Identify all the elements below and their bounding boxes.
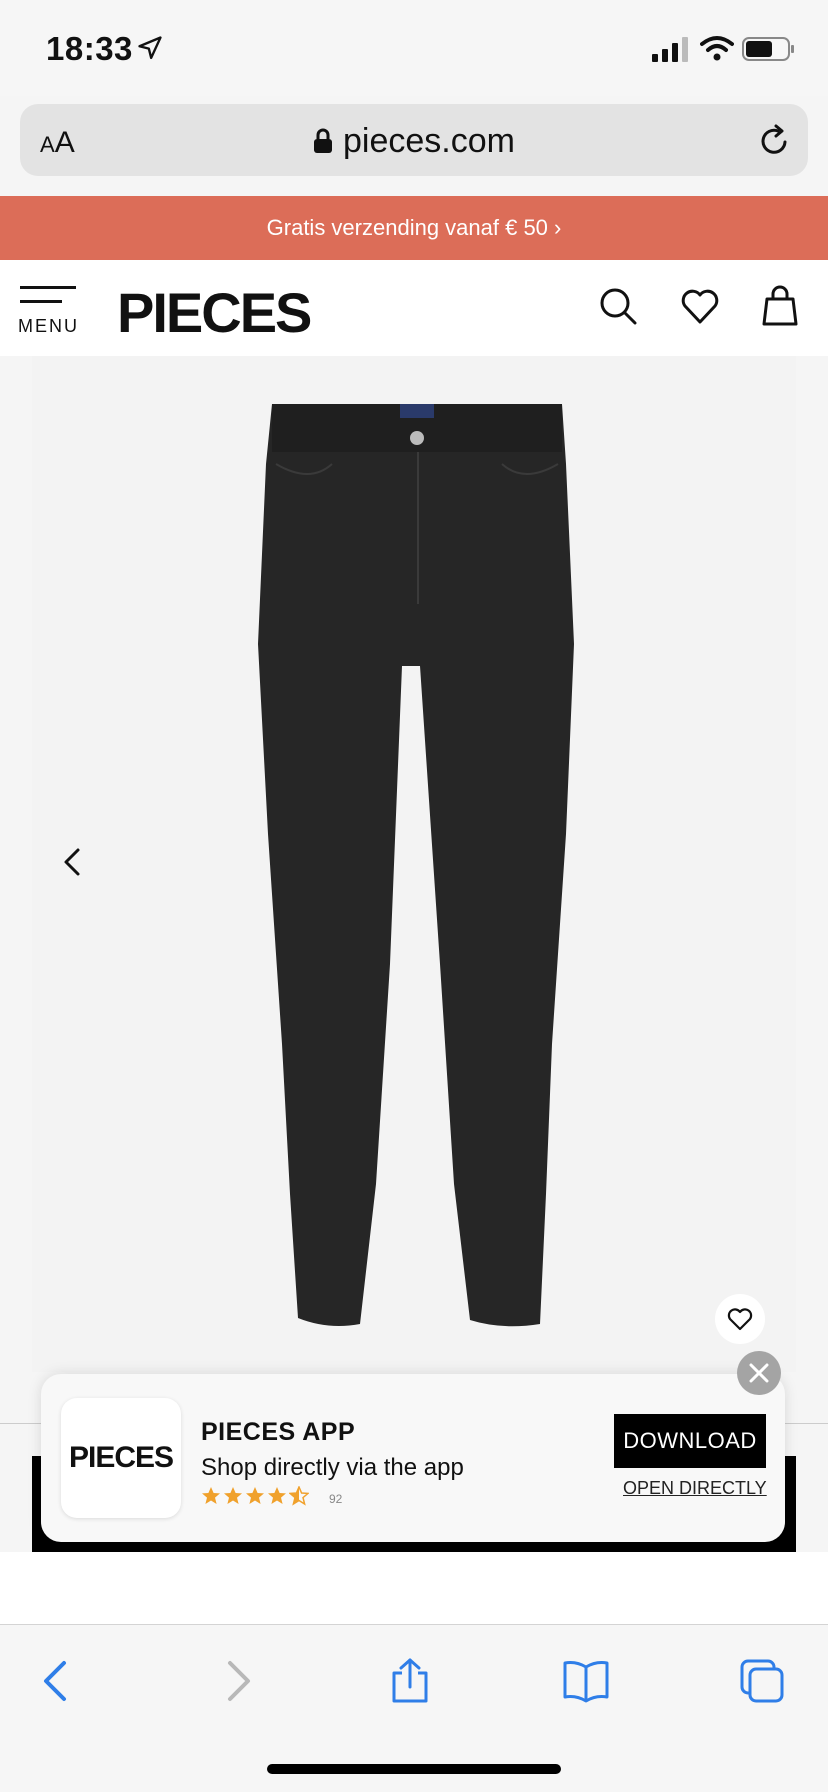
free-shipping-banner[interactable]: Gratis verzending vanaf € 50 ›: [0, 196, 828, 260]
lock-icon: [314, 128, 333, 153]
star-icon: [268, 1487, 286, 1504]
forward-icon[interactable]: [212, 1657, 260, 1705]
open-directly-link[interactable]: OPEN DIRECTLY: [623, 1478, 767, 1499]
tabs-icon[interactable]: [738, 1657, 786, 1705]
app-rating-stars: [201, 1486, 311, 1510]
home-indicator[interactable]: [267, 1764, 561, 1774]
app-icon[interactable]: PIECES: [61, 1398, 181, 1518]
app-description: Shop directly via the app: [201, 1454, 464, 1481]
heart-icon: [727, 1308, 753, 1331]
star-icon: [202, 1487, 220, 1504]
menu-label: MENU: [18, 316, 79, 336]
menu-icon-line: [20, 300, 62, 303]
url-bar[interactable]: AA pieces.com: [20, 104, 808, 176]
chevron-left-icon[interactable]: [60, 846, 84, 878]
product-image: [258, 404, 574, 1327]
search-icon[interactable]: [596, 284, 640, 328]
location-arrow-icon: [138, 36, 162, 60]
site-logo[interactable]: PIECES: [117, 280, 312, 345]
product-image-gallery[interactable]: [32, 356, 796, 1372]
app-download-banner: PIECES PIECES APP Shop directly via the …: [41, 1374, 785, 1542]
page-background: [0, 1552, 828, 1624]
menu-icon: [20, 286, 76, 289]
back-icon[interactable]: [34, 1657, 82, 1705]
cellular-signal-icon: [652, 37, 688, 62]
star-icon: [224, 1487, 242, 1504]
add-to-wishlist-button[interactable]: [715, 1294, 765, 1344]
site-header: MENU PIECES: [0, 260, 828, 356]
status-bar: 18:33: [0, 0, 828, 96]
app-name: PIECES APP: [201, 1418, 356, 1446]
half-star-icon: [289, 1486, 309, 1506]
close-banner-button[interactable]: [737, 1351, 781, 1395]
url-domain: pieces.com: [343, 122, 515, 160]
close-icon: [749, 1363, 769, 1383]
star-icon: [246, 1487, 264, 1504]
menu-button[interactable]: MENU: [18, 286, 78, 336]
status-time: 18:33: [46, 30, 133, 67]
battery-icon: [742, 37, 794, 61]
wifi-icon: [700, 36, 734, 61]
rating-count: 92: [329, 1492, 343, 1506]
reload-icon[interactable]: [758, 124, 792, 158]
share-icon[interactable]: [386, 1657, 434, 1705]
download-app-button[interactable]: DOWNLOAD: [614, 1414, 766, 1468]
address[interactable]: pieces.com: [20, 122, 808, 161]
heart-icon[interactable]: [678, 284, 722, 328]
shopping-bag-icon[interactable]: [758, 284, 802, 328]
bookmarks-icon[interactable]: [562, 1657, 610, 1705]
